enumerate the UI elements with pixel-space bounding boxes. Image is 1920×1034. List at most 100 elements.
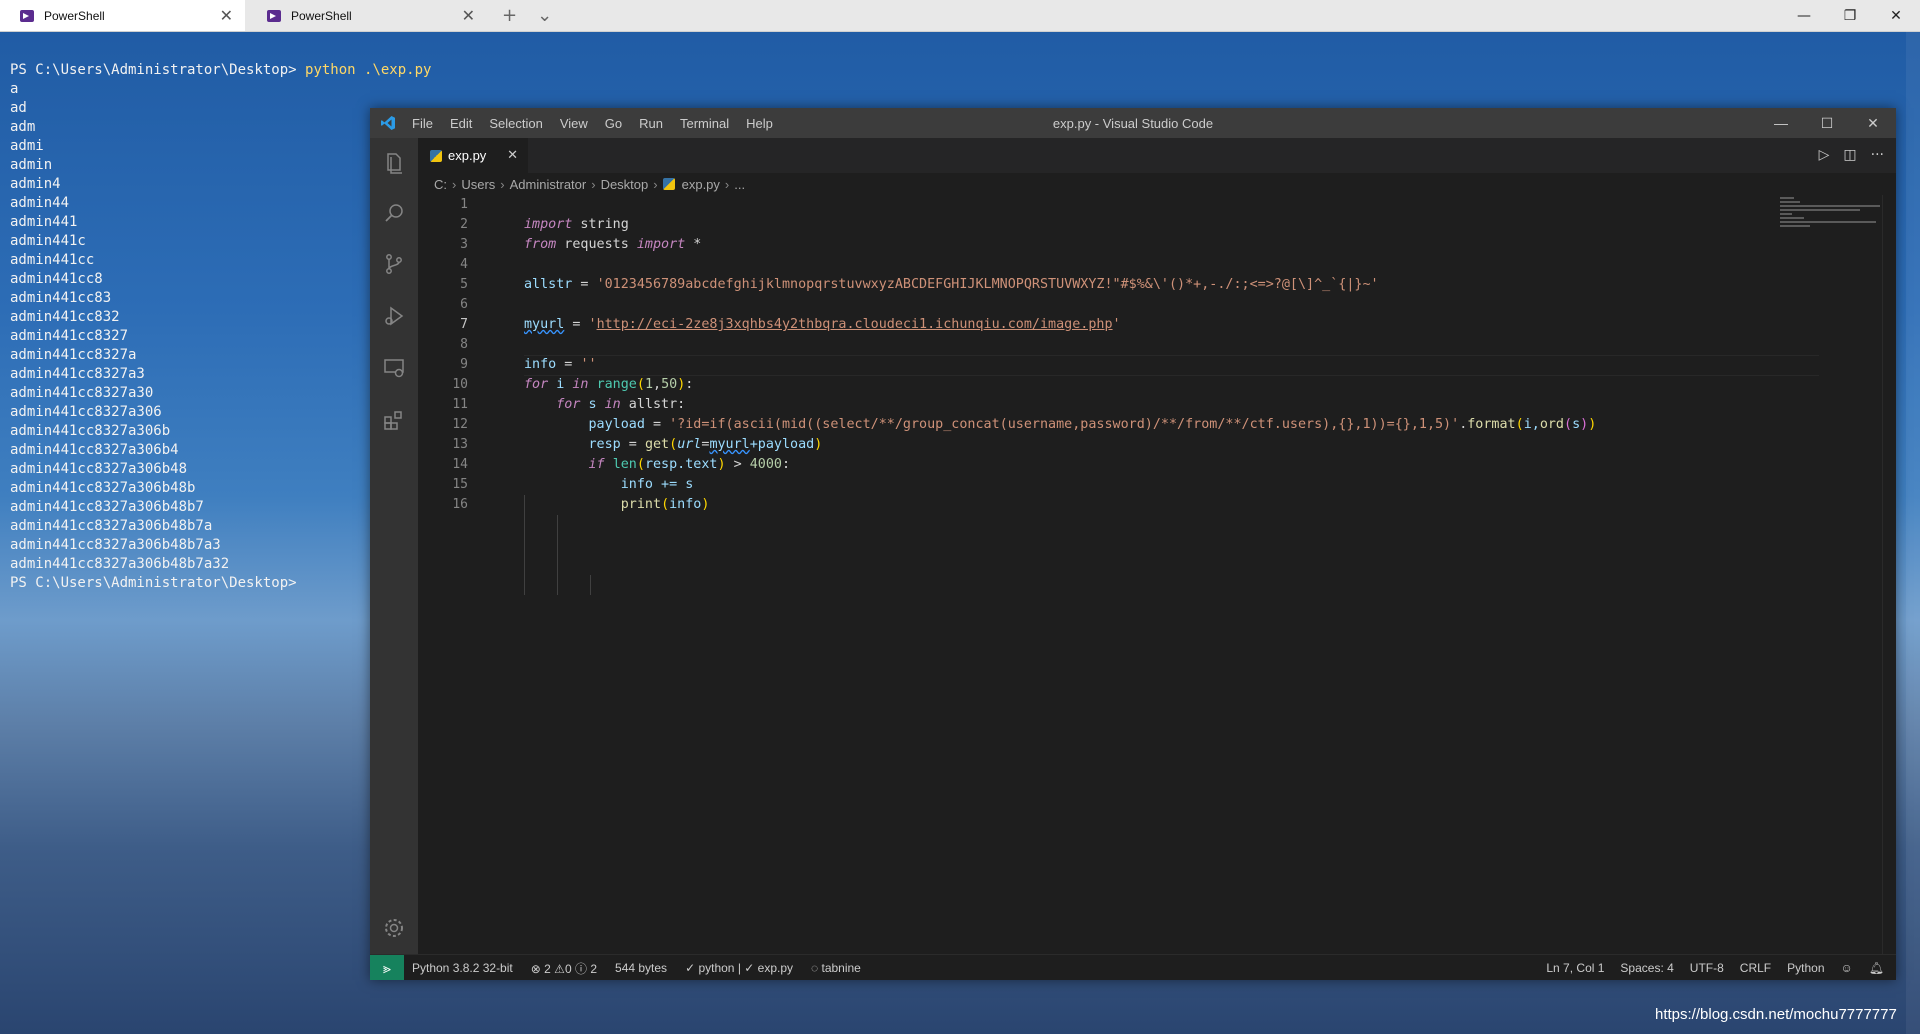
output-line: admin441cc8 [10, 271, 103, 287]
line-ending[interactable]: CRLF [1740, 961, 1771, 975]
run-file-icon[interactable]: ▷ [1819, 147, 1830, 163]
editor-scrollbar[interactable] [1882, 195, 1896, 954]
maximize-button[interactable]: ☐ [1804, 108, 1850, 138]
terminal-scrollbar[interactable] [1906, 31, 1920, 1034]
chevron-down-icon[interactable]: ⌄ [537, 5, 552, 26]
code-editor[interactable]: 1 2 3 4 5 6 7 8 9 10 11 12 13 14 15 16 import string fro… [418, 195, 1819, 954]
chevron-right-icon: › [653, 176, 658, 192]
output-lines: a ad adm admi admin admin4 admin44 admin441 admi… [10, 80, 431, 574]
line-number: 8 [460, 337, 468, 352]
menu-run[interactable]: Run [639, 116, 663, 131]
search-icon[interactable] [382, 201, 406, 225]
code-line-9: for i in range(1,50): [524, 377, 694, 392]
plus-icon[interactable]: + [502, 5, 517, 26]
status-left: Python 3.8.2 32-bit ⊗ 2 ⚠0 ⓘ 2 544 bytes… [412, 955, 861, 980]
close-icon[interactable]: ✕ [462, 6, 475, 26]
bell-icon[interactable]: 🔔︎ [1869, 961, 1884, 975]
cursor-position[interactable]: Ln 7, Col 1 [1546, 961, 1604, 975]
menu-terminal[interactable]: Terminal [680, 116, 729, 131]
run-debug-icon[interactable] [382, 304, 406, 328]
remote-explorer-icon[interactable] [382, 356, 406, 380]
output-line: admin44 [10, 195, 70, 211]
close-icon[interactable]: ✕ [220, 6, 233, 26]
info-count: 2 [590, 961, 598, 976]
line-number: 11 [452, 397, 468, 412]
editor-actions: ▷ ◫ ··· [1819, 147, 1884, 163]
more-actions-icon[interactable]: ··· [1871, 147, 1884, 163]
watermark: https://blog.csdn.net/mochu7777777 [1655, 1006, 1897, 1023]
chevron-right-icon: › [724, 176, 730, 192]
terminal-output[interactable]: PS C:\Users\Administrator\Desktop> pytho… [10, 42, 431, 612]
output-line: admin441cc8327a306b48b7a [10, 518, 213, 534]
close-icon[interactable]: ✕ [507, 147, 518, 163]
chevron-right-icon: › [452, 176, 457, 192]
line-number: 1 [460, 197, 468, 212]
terminal-tab-label: PowerShell [44, 8, 105, 23]
breadcrumb-item[interactable]: Users [461, 177, 495, 192]
tab-exp-py[interactable]: exp.py ✕ [418, 138, 528, 173]
linter-status[interactable]: ✓ python | ✓ exp.py [685, 961, 793, 975]
terminal-tab-1[interactable]: PowerShell ✕ [0, 0, 245, 31]
terminal-tab-bar: PowerShell ✕ PowerShell ✕ + ⌄ — ❐ ✕ [0, 0, 1920, 32]
minimize-button[interactable]: — [1758, 108, 1804, 138]
tabnine-status[interactable]: ◌ tabnine [811, 961, 861, 975]
code-line-10: for s in allstr: [556, 397, 686, 412]
indentation[interactable]: Spaces: 4 [1620, 961, 1673, 975]
minimize-button[interactable]: — [1781, 8, 1827, 24]
error-count: 2 [544, 961, 551, 976]
menu-go[interactable]: Go [605, 116, 622, 131]
tab-label: exp.py [448, 148, 487, 163]
line-number: 6 [460, 297, 468, 312]
breadcrumb-item[interactable]: ... [734, 177, 745, 192]
encoding[interactable]: UTF-8 [1690, 961, 1724, 975]
menu-view[interactable]: View [560, 116, 588, 131]
language-mode[interactable]: Python [1787, 961, 1824, 975]
feedback-icon[interactable]: ☺ [1841, 961, 1853, 975]
powershell-icon [267, 9, 281, 22]
explorer-icon[interactable] [382, 151, 406, 175]
terminal-tab-tools: + ⌄ [502, 0, 552, 31]
source-control-icon[interactable] [382, 252, 406, 276]
editor-tabs: exp.py ✕ ▷ ◫ ··· [418, 138, 1896, 173]
output-line: admin441cc8327a306b [10, 423, 171, 439]
code-line-2: from requests import * [524, 237, 702, 252]
minimap[interactable] [1780, 195, 1890, 235]
line-number: 16 [452, 497, 468, 512]
code-line-6: myurl = 'http://eci-2ze8j3xqhbs4y2thbqra… [524, 317, 1121, 332]
title-bar: File Edit Selection View Go Run Terminal… [370, 108, 1896, 138]
terminal-window-controls: — ❐ ✕ [1781, 0, 1919, 31]
breadcrumb-item[interactable]: Administrator [510, 177, 587, 192]
python-interpreter[interactable]: Python 3.8.2 32-bit [412, 961, 513, 975]
problems-indicator[interactable]: ⊗ 2 ⚠0 ⓘ 2 [531, 960, 597, 977]
vscode-window-controls: — ☐ ✕ [1758, 108, 1896, 138]
code-content[interactable]: import string from requests import * alls… [524, 195, 1596, 575]
remote-indicator-icon[interactable]: ⪢ [370, 955, 404, 980]
menu-selection[interactable]: Selection [489, 116, 542, 131]
close-button[interactable]: ✕ [1873, 8, 1919, 24]
code-line-12: resp = get(url=myurl+payload) [588, 437, 823, 452]
menu-edit[interactable]: Edit [450, 116, 472, 131]
breadcrumb-item[interactable]: exp.py [682, 177, 720, 192]
line-number: 9 [460, 357, 468, 372]
breadcrumb-item[interactable]: Desktop [601, 177, 649, 192]
close-button[interactable]: ✕ [1850, 108, 1896, 138]
output-line: admin441cc832 [10, 309, 120, 325]
split-editor-icon[interactable]: ◫ [1843, 147, 1856, 163]
output-line: admi [10, 138, 44, 154]
extensions-icon[interactable] [382, 408, 406, 432]
gear-icon[interactable] [382, 916, 406, 940]
menu-help[interactable]: Help [746, 116, 773, 131]
restore-button[interactable]: ❐ [1827, 8, 1873, 24]
status-bar: ⪢ Python 3.8.2 32-bit ⊗ 2 ⚠0 ⓘ 2 544 byt… [370, 954, 1896, 980]
breadcrumb-item[interactable]: C: [434, 177, 447, 192]
line-number: 12 [452, 417, 468, 432]
output-line: admin441cc8327a306b48b7 [10, 499, 204, 515]
menu-file[interactable]: File [412, 116, 433, 131]
activity-bar [370, 138, 418, 954]
line-number: 7 [460, 317, 468, 332]
warning-icon: ⚠ [554, 961, 565, 976]
vscode-logo-icon [381, 116, 395, 130]
terminal-tab-2[interactable]: PowerShell ✕ [247, 0, 487, 31]
